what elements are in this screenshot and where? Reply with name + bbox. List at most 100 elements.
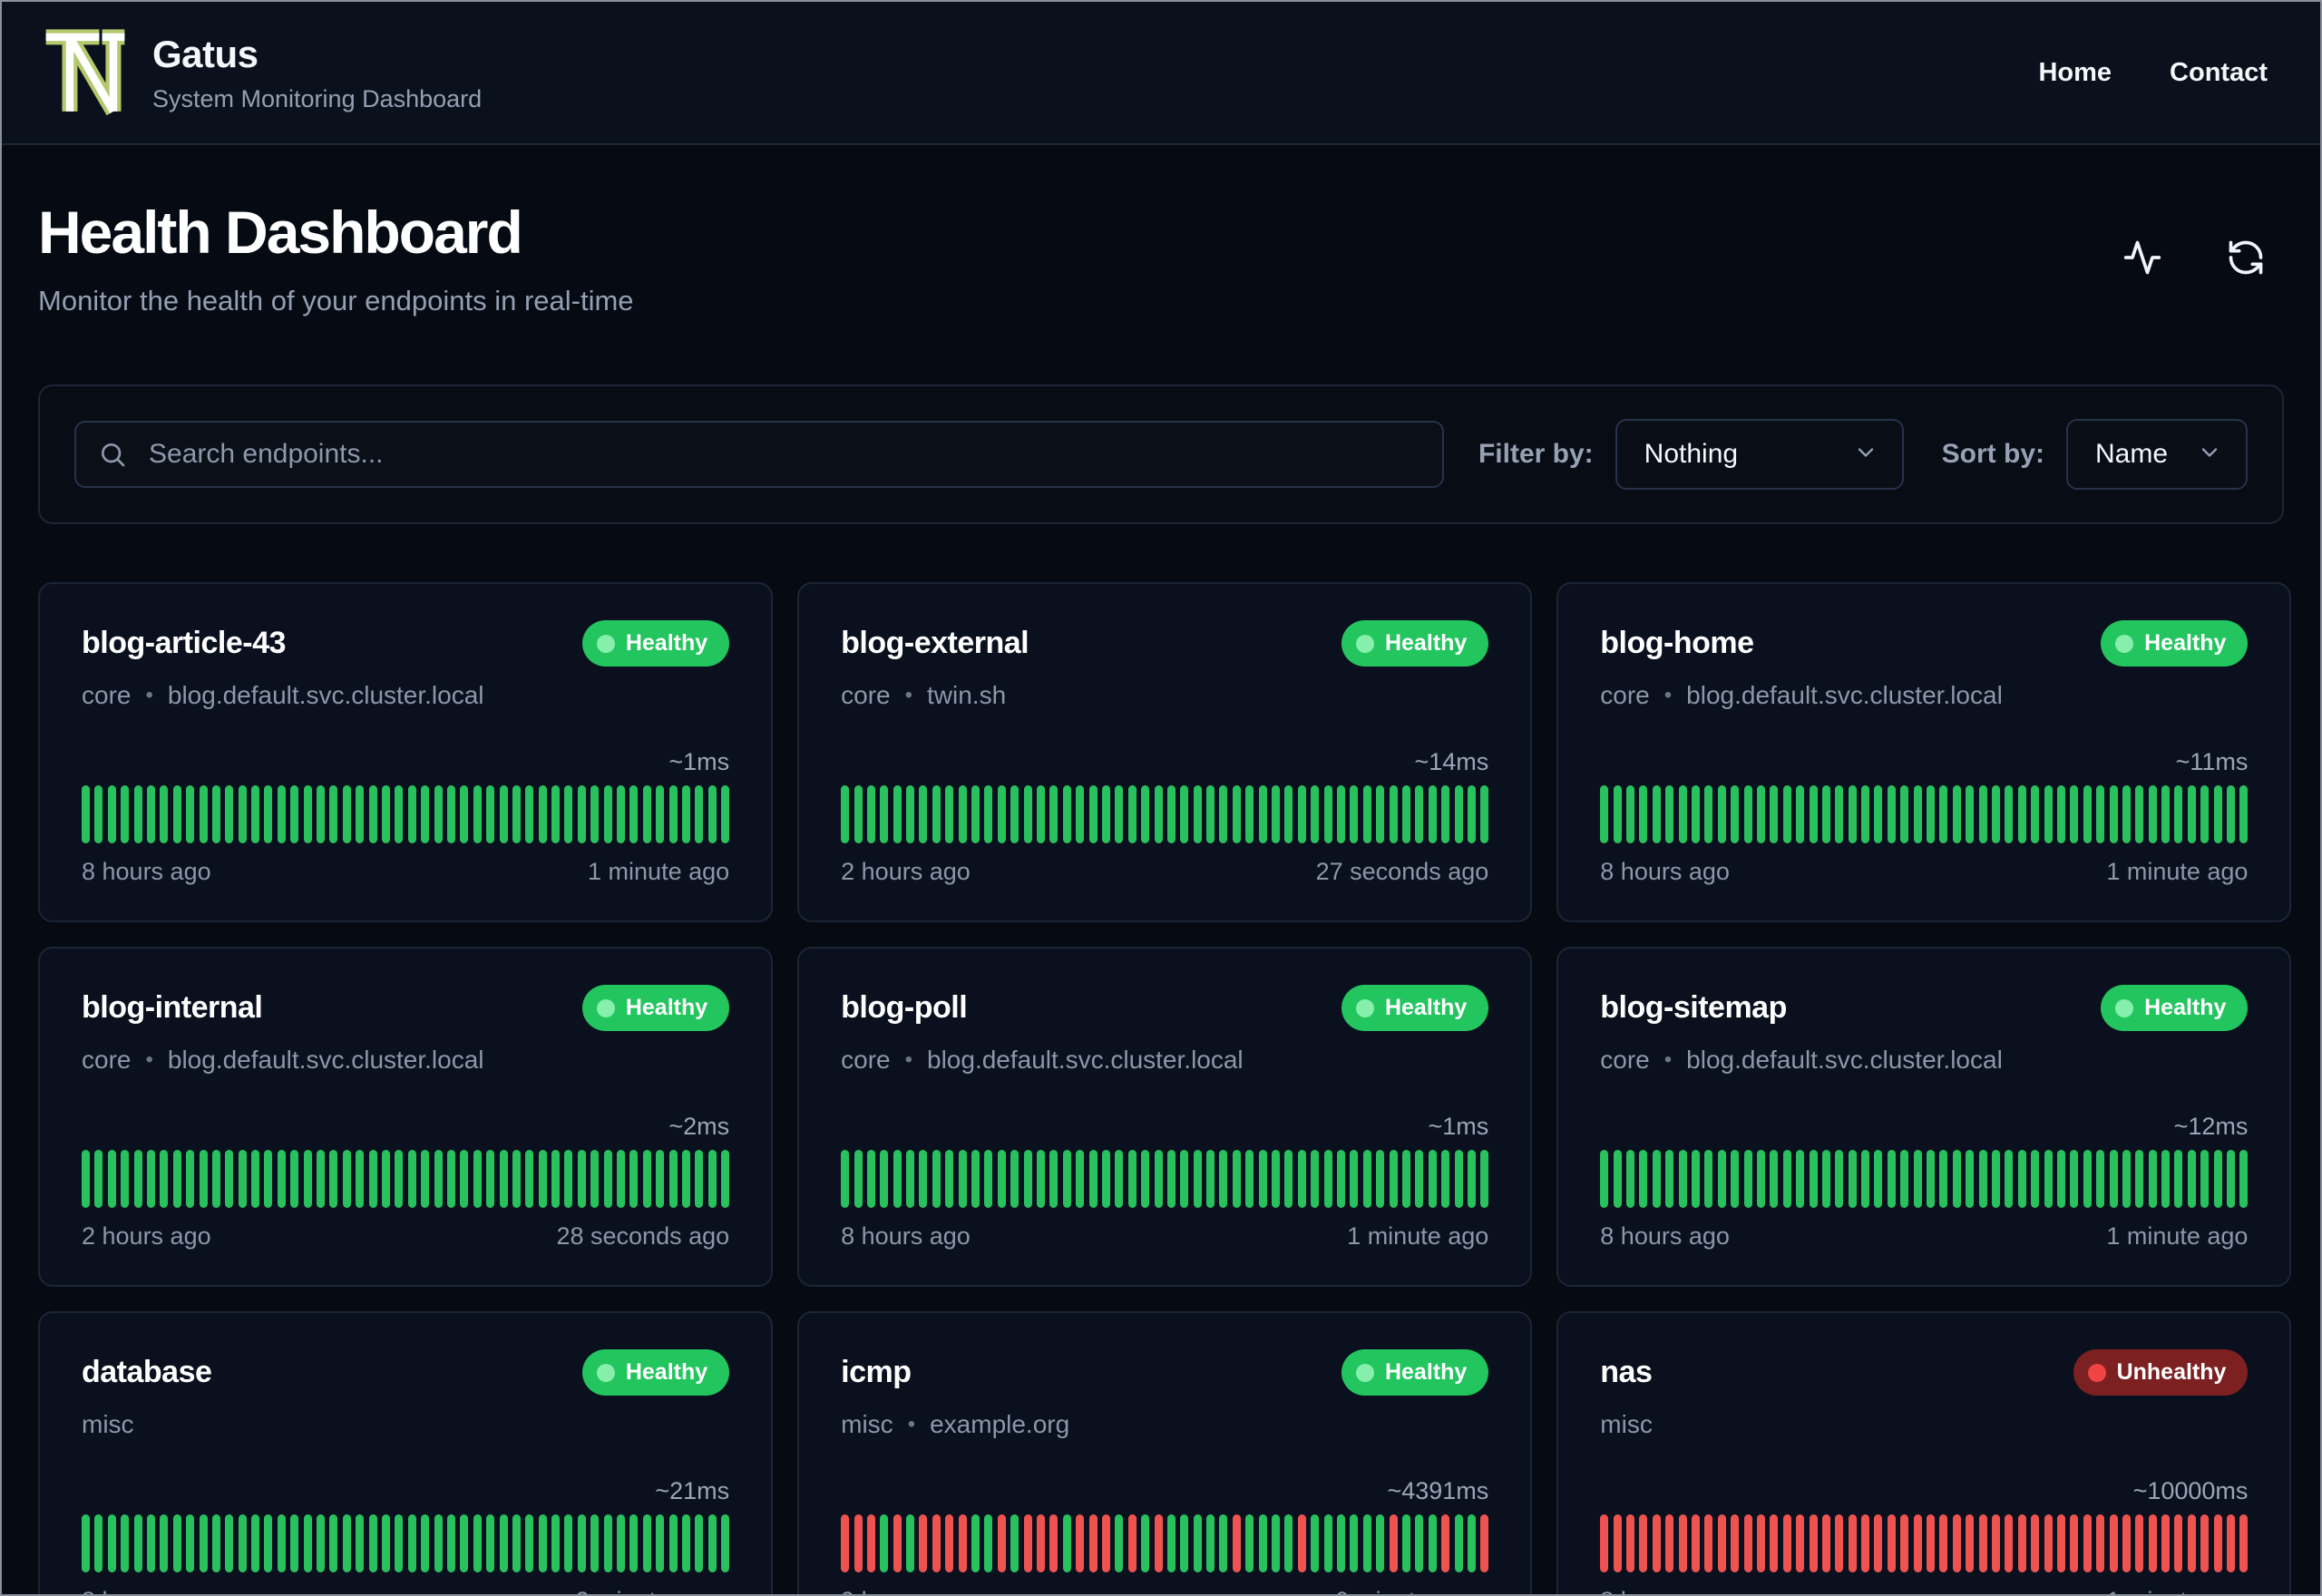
status-bar <box>1206 1150 1215 1208</box>
sort-select[interactable]: Name <box>2066 419 2248 490</box>
endpoint-card[interactable]: blog-sitemap Healthy core • blog.default… <box>1556 947 2292 1287</box>
status-bar <box>1927 1514 1936 1572</box>
endpoint-card[interactable]: blog-external Healthy core • twin.sh ~14… <box>797 582 1533 922</box>
status-bar <box>82 785 90 843</box>
status-bar <box>1678 1514 1687 1572</box>
status-bar <box>82 1150 90 1208</box>
status-bar <box>1600 1514 1609 1572</box>
status-bar <box>186 1150 195 1208</box>
endpoint-host: blog.default.svc.cluster.local <box>167 681 484 709</box>
status-bar <box>2227 785 2236 843</box>
status-bar <box>1193 1150 1202 1208</box>
endpoint-host: blog.default.svc.cluster.local <box>167 1046 484 1074</box>
activity-icon[interactable] <box>2121 236 2164 279</box>
status-bar <box>1428 1150 1437 1208</box>
status-bar <box>1350 1514 1359 1572</box>
card-header: blog-home Healthy <box>1600 620 2249 667</box>
status-bar <box>146 1514 155 1572</box>
status-bar <box>1323 1150 1332 1208</box>
status-dot-icon <box>2087 1363 2106 1382</box>
endpoint-card[interactable]: blog-article-43 Healthy core • blog.defa… <box>38 582 774 922</box>
status-bar <box>303 1150 312 1208</box>
status-bar <box>2109 1514 2118 1572</box>
status-bar <box>695 785 704 843</box>
status-bar <box>1717 785 1726 843</box>
status-bar <box>525 1514 534 1572</box>
status-bar <box>1323 785 1332 843</box>
status-bar <box>2083 1514 2092 1572</box>
status-bar <box>1743 1514 1752 1572</box>
status-bar <box>551 1150 561 1208</box>
card-header: blog-article-43 Healthy <box>82 620 730 667</box>
status-bar <box>1362 1150 1371 1208</box>
status-badge: Unhealthy <box>2073 1349 2249 1396</box>
endpoint-card[interactable]: blog-internal Healthy core • blog.defaul… <box>38 947 774 1287</box>
status-badge: Healthy <box>1341 1349 1489 1396</box>
oldest-timestamp: 8 hours ago <box>841 1222 971 1250</box>
status-bar <box>971 1150 981 1208</box>
status-bar <box>1992 1514 2000 1572</box>
status-bar <box>866 1514 875 1572</box>
oldest-timestamp: 8 hours ago <box>1600 1587 1730 1594</box>
status-bar <box>1415 1150 1424 1208</box>
status-bar <box>841 785 850 843</box>
status-bar <box>1376 1150 1385 1208</box>
status-bar <box>1678 785 1687 843</box>
status-bar <box>1037 1514 1045 1572</box>
endpoint-card[interactable]: blog-poll Healthy core • blog.default.sv… <box>797 947 1533 1287</box>
status-bar <box>577 1514 586 1572</box>
endpoint-name: blog-internal <box>82 990 263 1025</box>
endpoint-group: misc <box>841 1410 893 1438</box>
status-bar <box>146 1150 155 1208</box>
status-bar <box>446 1150 455 1208</box>
status-bar <box>512 1514 521 1572</box>
status-bar <box>486 1150 495 1208</box>
card-footer: 8 hours ago 1 minute ago <box>82 858 729 886</box>
status-bar <box>1809 1150 1818 1208</box>
page-head-text: Health Dashboard Monitor the health of y… <box>38 198 634 317</box>
status-bar <box>1441 1150 1450 1208</box>
status-bar <box>2174 1150 2183 1208</box>
refresh-icon[interactable] <box>2224 236 2268 279</box>
status-bar <box>880 1150 889 1208</box>
logo-link[interactable] <box>42 25 129 120</box>
status-bar <box>1010 1514 1020 1572</box>
endpoint-name: nas <box>1600 1355 1653 1389</box>
endpoint-group: core <box>1600 1046 1650 1074</box>
status-badge: Healthy <box>2101 985 2249 1031</box>
status-bar <box>590 785 600 843</box>
status-bar <box>1480 785 1489 843</box>
endpoint-card[interactable]: database Healthy misc ~21ms 8 hours ago … <box>38 1311 774 1594</box>
status-bar <box>695 1514 704 1572</box>
endpoint-group: misc <box>82 1410 134 1438</box>
status-bar <box>564 1150 573 1208</box>
status-bar <box>1219 1514 1228 1572</box>
status-bar <box>1441 785 1450 843</box>
status-bar <box>1978 1150 1987 1208</box>
search-input[interactable] <box>74 421 1444 488</box>
endpoint-card[interactable]: nas Unhealthy misc ~10000ms 8 hours ago … <box>1556 1311 2292 1594</box>
nav-link-home[interactable]: Home <box>2038 58 2112 88</box>
status-bar <box>880 1514 889 1572</box>
endpoint-card[interactable]: blog-home Healthy core • blog.default.sv… <box>1556 582 2292 922</box>
nav-link-contact[interactable]: Contact <box>2170 58 2268 88</box>
status-bar <box>2174 785 2183 843</box>
filter-select[interactable]: Nothing <box>1615 419 1904 490</box>
status-bar <box>460 1514 469 1572</box>
status-bar <box>1284 1150 1293 1208</box>
status-bar <box>2056 1514 2065 1572</box>
status-bar <box>1639 785 1648 843</box>
endpoint-card[interactable]: icmp Healthy misc • example.org ~4391ms … <box>797 1311 1533 1594</box>
status-bar <box>2044 1150 2053 1208</box>
status-bar <box>2161 1514 2171 1572</box>
card-header: blog-poll Healthy <box>841 985 1489 1031</box>
status-bar <box>1913 1150 1922 1208</box>
oldest-timestamp: 2 hours ago <box>841 858 971 885</box>
newest-timestamp: 1 minute ago <box>2106 1222 2249 1250</box>
status-bar <box>841 1150 850 1208</box>
status-bar <box>2135 1514 2144 1572</box>
status-bar <box>629 1150 639 1208</box>
card-footer: 8 hours ago 1 minute ago <box>1600 1587 2248 1594</box>
main-content: Health Dashboard Monitor the health of y… <box>2 198 2320 1594</box>
status-bar <box>211 1514 220 1572</box>
